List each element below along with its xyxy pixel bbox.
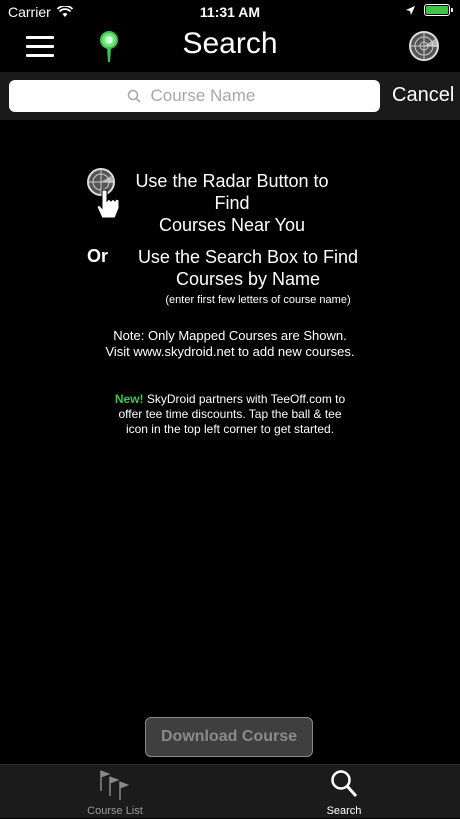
new-badge: New! bbox=[114, 392, 144, 406]
teeoff-promo: New! SkyDroid partners with TeeOff.com t… bbox=[90, 392, 370, 437]
promo-line1: SkyDroid partners with TeeOff.com to bbox=[143, 392, 346, 406]
radar-hand-icon bbox=[87, 168, 120, 219]
note-line1: Note: Only Mapped Courses are Shown. bbox=[113, 328, 347, 343]
download-course-button[interactable]: Download Course bbox=[145, 717, 313, 757]
radar-instruction-line1: Use the Radar Button to Find bbox=[135, 171, 329, 213]
magnifier-icon bbox=[331, 770, 358, 798]
promo-line3: icon in the top left corner to get start… bbox=[125, 422, 335, 436]
tab-course-list[interactable]: Course List bbox=[55, 765, 175, 819]
battery-icon bbox=[424, 4, 453, 16]
tab-search-label: Search bbox=[326, 805, 362, 817]
search-bar: Cancel bbox=[0, 72, 460, 120]
page-title: Search bbox=[182, 27, 278, 60]
status-time: 11:31 AM bbox=[199, 4, 261, 20]
radar-button[interactable] bbox=[408, 30, 440, 62]
note-line2: Visit www.skydroid.net to add new course… bbox=[105, 344, 355, 359]
cancel-button[interactable]: Cancel bbox=[392, 84, 454, 107]
navigation-bar: Search bbox=[0, 24, 460, 70]
location-arrow-icon bbox=[405, 5, 416, 15]
flags-icon bbox=[100, 770, 130, 800]
promo-line2: offer tee time discounts. Tap the ball &… bbox=[118, 407, 342, 421]
or-label: Or bbox=[87, 246, 109, 266]
search-box[interactable] bbox=[9, 80, 380, 112]
mapped-courses-note: Note: Only Mapped Courses are Shown. Vis… bbox=[0, 328, 460, 360]
tab-bar: Course List Search bbox=[0, 764, 460, 818]
tab-course-list-label: Course List bbox=[87, 805, 143, 817]
search-input[interactable] bbox=[148, 85, 263, 107]
search-instruction-line1: Use the Search Box to Find bbox=[137, 247, 359, 267]
radar-instruction-line2: Courses Near You bbox=[158, 215, 306, 235]
status-bar: Carrier 11:31 AM bbox=[0, 0, 460, 24]
search-hint: (enter first few letters of course name) bbox=[165, 294, 351, 306]
tab-search[interactable]: Search bbox=[284, 765, 404, 819]
search-icon bbox=[127, 89, 141, 103]
search-instruction-line2: Courses by Name bbox=[175, 269, 321, 289]
